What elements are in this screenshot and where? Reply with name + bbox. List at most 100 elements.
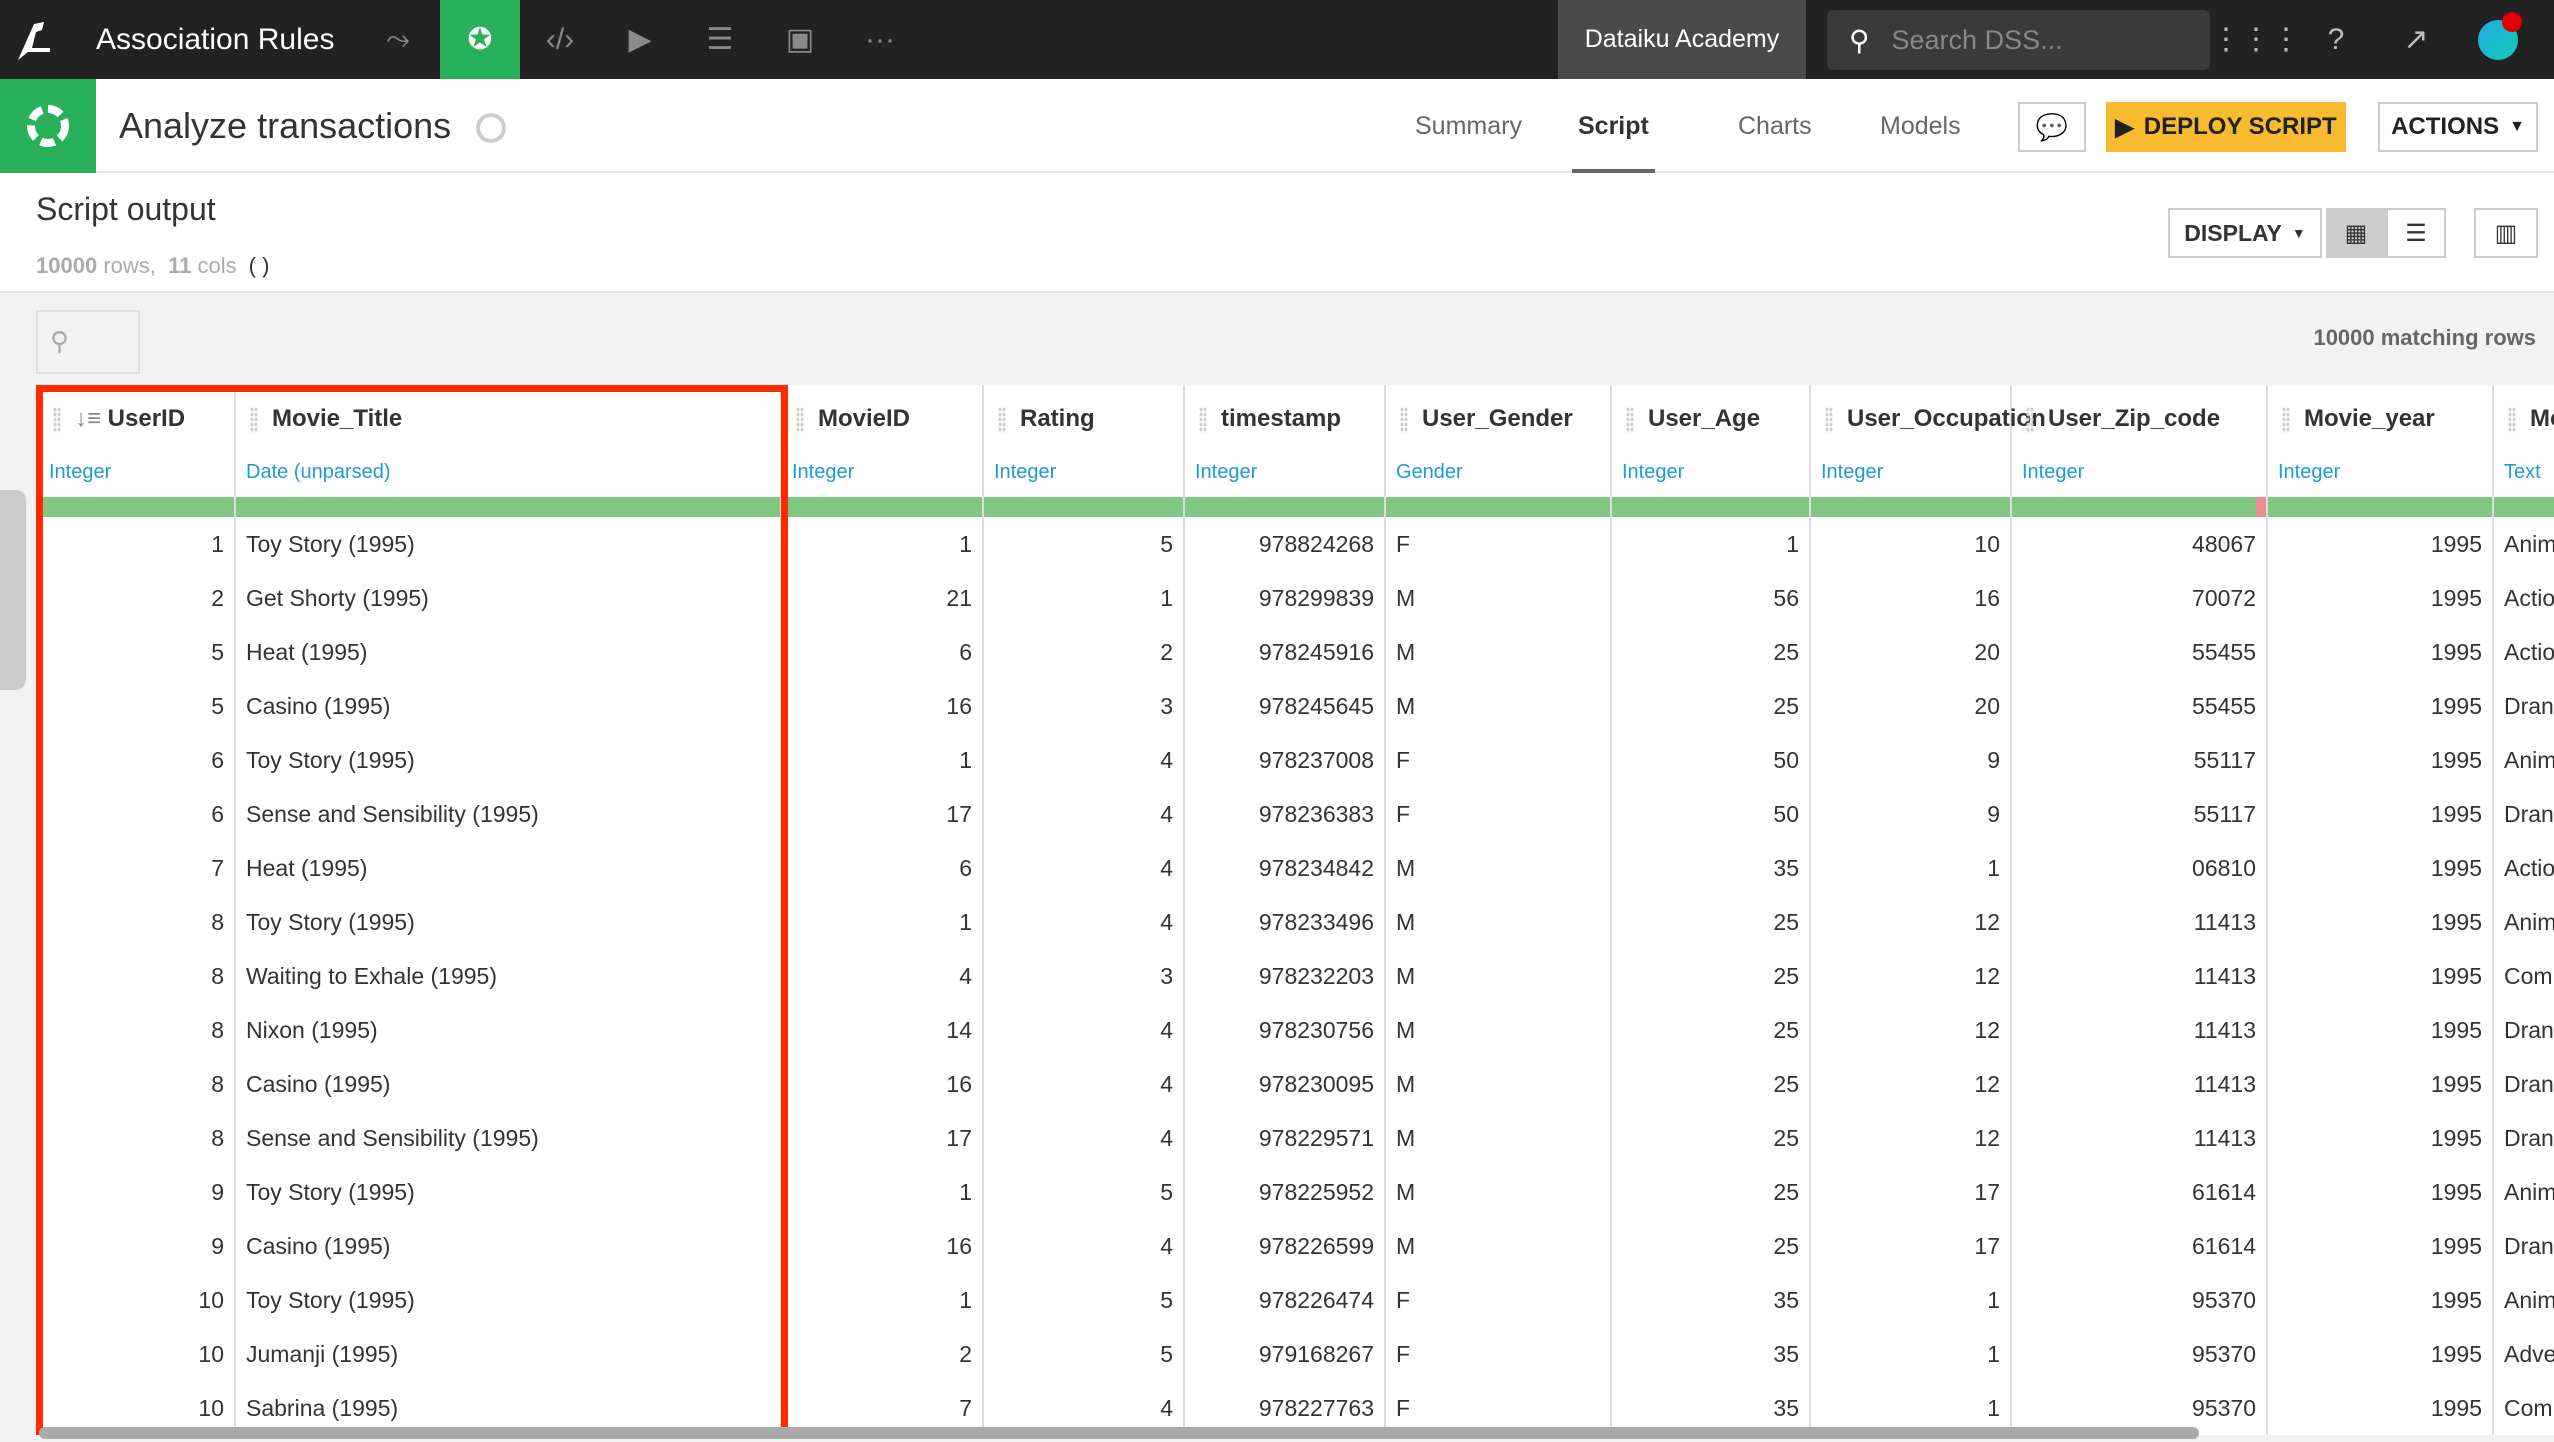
table-cell[interactable]: 4: [984, 733, 1183, 787]
drag-handle-icon[interactable]: [998, 406, 1006, 433]
table-cell[interactable]: Sense and Sensibility (1995): [236, 1111, 780, 1165]
table-cell[interactable]: Anim: [2494, 517, 2554, 571]
table-cell[interactable]: 11413: [2012, 1057, 2266, 1111]
table-cell[interactable]: M: [1386, 679, 1610, 733]
deploy-script-button[interactable]: ▶ DEPLOY SCRIPT: [2106, 102, 2346, 152]
table-cell[interactable]: 1995: [2268, 787, 2492, 841]
drag-handle-icon[interactable]: [53, 406, 61, 433]
table-cell[interactable]: 95370: [2012, 1273, 2266, 1327]
table-cell[interactable]: 1995: [2268, 1327, 2492, 1381]
table-cell[interactable]: Anim: [2494, 895, 2554, 949]
table-cell[interactable]: Jumanji (1995): [236, 1327, 780, 1381]
drag-handle-icon[interactable]: [796, 406, 804, 433]
table-cell[interactable]: 4: [984, 787, 1183, 841]
table-cell[interactable]: 55117: [2012, 733, 2266, 787]
table-cell[interactable]: 25: [1612, 625, 1809, 679]
datasets-icon[interactable]: ☰: [680, 0, 760, 79]
table-cell[interactable]: 8: [39, 895, 234, 949]
table-cell[interactable]: 3: [984, 949, 1183, 1003]
table-cell[interactable]: M: [1386, 1003, 1610, 1057]
table-cell[interactable]: 25: [1612, 1003, 1809, 1057]
table-cell[interactable]: 5: [984, 1327, 1183, 1381]
table-cell[interactable]: 9: [1811, 733, 2010, 787]
table-cell[interactable]: M: [1386, 1165, 1610, 1219]
table-cell[interactable]: 9: [39, 1219, 234, 1273]
table-cell[interactable]: 4: [984, 895, 1183, 949]
table-cell[interactable]: Heat (1995): [236, 841, 780, 895]
academy-label[interactable]: Dataiku Academy: [1558, 0, 1806, 79]
table-cell[interactable]: 16: [782, 1057, 982, 1111]
table-cell[interactable]: 35: [1612, 1327, 1809, 1381]
table-cell[interactable]: 55455: [2012, 679, 2266, 733]
table-cell[interactable]: 978234842: [1185, 841, 1384, 895]
table-cell[interactable]: 8: [39, 949, 234, 1003]
column-type-link[interactable]: Date (unparsed): [246, 461, 391, 484]
table-cell[interactable]: Anim: [2494, 1165, 2554, 1219]
more-icon[interactable]: ···: [840, 0, 920, 79]
table-cell[interactable]: 25: [1612, 1165, 1809, 1219]
table-cell[interactable]: 978230095: [1185, 1057, 1384, 1111]
column-name[interactable]: MovieID: [796, 405, 910, 433]
table-cell[interactable]: F: [1386, 1273, 1610, 1327]
table-cell[interactable]: 1995: [2268, 625, 2492, 679]
table-cell[interactable]: 978236383: [1185, 787, 1384, 841]
drag-handle-icon[interactable]: [2282, 406, 2290, 433]
table-cell[interactable]: 1995: [2268, 733, 2492, 787]
apps-grid-icon[interactable]: ⋮⋮⋮: [2211, 0, 2301, 79]
table-cell[interactable]: 70072: [2012, 571, 2266, 625]
actions-button[interactable]: ACTIONS ▼: [2378, 102, 2538, 152]
table-cell[interactable]: 55117: [2012, 787, 2266, 841]
table-cell[interactable]: Waiting to Exhale (1995): [236, 949, 780, 1003]
table-cell[interactable]: 12: [1811, 949, 2010, 1003]
table-cell[interactable]: Dran: [2494, 1057, 2554, 1111]
table-cell[interactable]: Nixon (1995): [236, 1003, 780, 1057]
table-cell[interactable]: 16: [782, 679, 982, 733]
column-name[interactable]: User_Zip_code: [2026, 405, 2220, 433]
column-header[interactable]: ↓≡ UserID Integer: [39, 385, 234, 497]
table-cell[interactable]: 25: [1612, 895, 1809, 949]
table-cell[interactable]: Casino (1995): [236, 1219, 780, 1273]
drag-handle-icon[interactable]: [250, 406, 258, 433]
dashboard-icon[interactable]: ▣: [760, 0, 840, 79]
table-cell[interactable]: 48067: [2012, 517, 2266, 571]
table-cell[interactable]: Casino (1995): [236, 1057, 780, 1111]
table-cell[interactable]: 1: [782, 1165, 982, 1219]
table-cell[interactable]: Anim: [2494, 733, 2554, 787]
drag-handle-icon[interactable]: [2508, 406, 2516, 433]
table-cell[interactable]: 4: [984, 1111, 1183, 1165]
table-cell[interactable]: 1995: [2268, 1165, 2492, 1219]
table-cell[interactable]: 20: [1811, 679, 2010, 733]
table-cell[interactable]: 978237008: [1185, 733, 1384, 787]
tab-charts[interactable]: Charts: [1738, 79, 1812, 173]
column-type-link[interactable]: Gender: [1396, 461, 1463, 484]
table-cell[interactable]: 61614: [2012, 1219, 2266, 1273]
quality-bar[interactable]: [1612, 497, 1809, 517]
column-name[interactable]: Rating: [998, 405, 1095, 433]
table-cell[interactable]: 17: [1811, 1165, 2010, 1219]
table-cell[interactable]: 11413: [2012, 895, 2266, 949]
table-cell[interactable]: 2: [984, 625, 1183, 679]
column-header[interactable]: MovieID Integer: [782, 385, 982, 497]
flow-icon[interactable]: ⤳: [358, 0, 438, 79]
dataiku-logo-icon[interactable]: [14, 18, 58, 62]
column-type-link[interactable]: Text: [2504, 461, 2541, 484]
column-name[interactable]: User_Age: [1626, 405, 1760, 433]
column-header[interactable]: User_Gender Gender: [1386, 385, 1610, 497]
table-cell[interactable]: 4: [984, 841, 1183, 895]
table-cell[interactable]: 17: [782, 787, 982, 841]
table-cell[interactable]: Casino (1995): [236, 679, 780, 733]
tab-models[interactable]: Models: [1880, 79, 1961, 173]
table-cell[interactable]: 5: [984, 1165, 1183, 1219]
table-cell[interactable]: 21: [782, 571, 982, 625]
table-cell[interactable]: M: [1386, 895, 1610, 949]
column-name[interactable]: timestamp: [1199, 405, 1341, 433]
column-type-link[interactable]: Integer: [49, 461, 111, 484]
table-cell[interactable]: 1995: [2268, 1381, 2492, 1435]
table-cell[interactable]: 8: [39, 1111, 234, 1165]
run-icon[interactable]: ▶: [600, 0, 680, 79]
table-cell[interactable]: Toy Story (1995): [236, 1165, 780, 1219]
table-cell[interactable]: 95370: [2012, 1327, 2266, 1381]
table-cell[interactable]: 10: [39, 1273, 234, 1327]
code-icon[interactable]: ‹/›: [520, 0, 600, 79]
project-title[interactable]: Association Rules: [96, 0, 334, 79]
